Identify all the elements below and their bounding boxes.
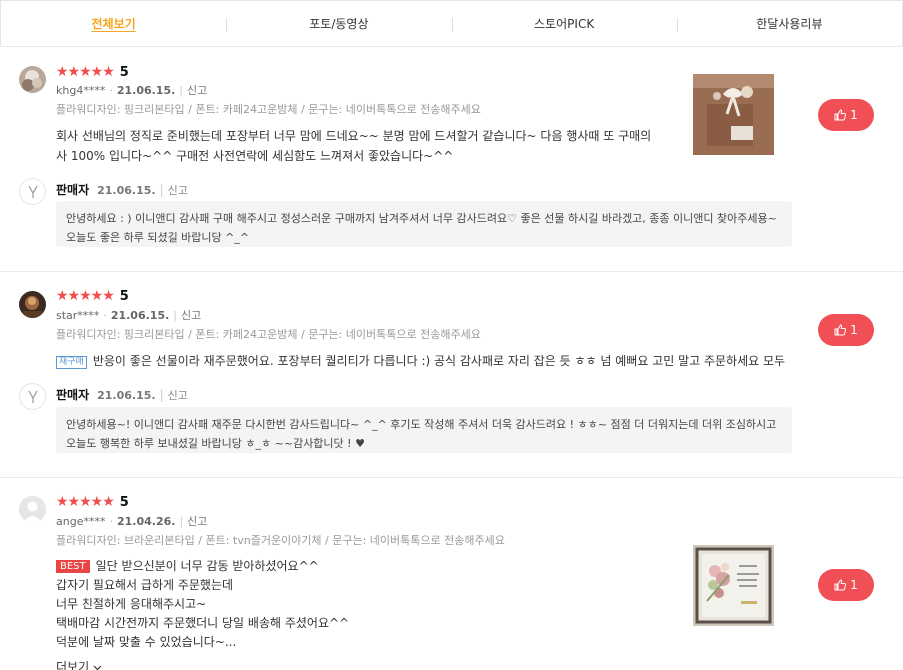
best-badge: BEST (56, 560, 90, 573)
report-link[interactable]: 신고 (187, 515, 207, 528)
thumbs-up-icon (834, 109, 847, 121)
tab-photo-video[interactable]: 포토/동영상 (226, 1, 451, 46)
like-count: 1 (850, 108, 858, 122)
review-meta: khg4**** · 21.06.15. | 신고 (56, 84, 208, 97)
like-button[interactable]: 1 (818, 569, 874, 601)
avatar (19, 496, 46, 523)
review-meta: star**** · 21.06.15. | 신고 (56, 309, 202, 322)
chevron-down-icon (93, 665, 102, 670)
seller-reply: 안녕하세요 : ) 이니앤디 감사패 구매 해주시고 정성스러운 구매까지 남겨… (56, 201, 792, 247)
review-date: 21.04.26. (116, 515, 176, 528)
reply-date: 21.06.15. (97, 184, 156, 197)
review-date: 21.06.15. (116, 84, 176, 97)
thumbs-up-icon (834, 324, 847, 336)
review-photo[interactable] (693, 545, 774, 626)
avatar (19, 291, 46, 318)
show-more-link[interactable]: 더보기 (56, 658, 102, 670)
seller-logo-icon (27, 185, 38, 198)
product-options: 플라워디자인: 브라운리본타입 / 폰트: tvn즐거운이야기체 / 문구는: … (56, 534, 505, 547)
review-meta: ange**** · 21.04.26. | 신고 (56, 515, 208, 528)
review-text: 회사 선배님의 정직로 준비했는데 포장부터 너무 맘에 드네요~~ 분명 맘에… (56, 129, 652, 163)
rating-score: 5 (119, 288, 129, 304)
report-link[interactable]: 신고 (181, 309, 201, 322)
seller-avatar (19, 178, 46, 205)
star-icon: ★★★★★ (56, 64, 115, 80)
user-id: ange**** (56, 515, 106, 528)
user-id: star**** (56, 309, 100, 322)
seller-label: 판매자 21.06.15. | 신고 (56, 183, 188, 197)
seller-avatar (19, 383, 46, 410)
like-button[interactable]: 1 (818, 314, 874, 346)
product-options: 플라워디자인: 핑크리본타입 / 폰트: 카페24고운밤체 / 문구는: 네이버… (56, 103, 481, 116)
report-link[interactable]: 신고 (187, 84, 207, 97)
seller-reply: 안녕하세용~! 이니앤디 감사패 재주문 다시한번 감사드립니다~ ^_^ 후기… (56, 407, 792, 453)
avatar (19, 66, 46, 93)
user-id: khg4**** (56, 84, 106, 97)
tab-store-pick[interactable]: 스토어PICK (451, 1, 677, 46)
repurchase-badge: 재구매 (56, 356, 87, 369)
review-text: 재구매 반응이 좋은 선물이라 재주문했어요. 포장부터 퀄리티가 다릅니다 :)… (56, 351, 796, 371)
default-avatar-icon (19, 496, 46, 523)
star-icon: ★★★★★ (56, 494, 115, 510)
report-link[interactable]: 신고 (168, 389, 188, 402)
review-filter-tabs: 전체보기 포토/동영상 스토어PICK 한달사용리뷰 (0, 0, 903, 47)
rating-score: 5 (119, 494, 129, 510)
like-count: 1 (850, 323, 858, 337)
thumbs-up-icon (834, 579, 847, 591)
like-count: 1 (850, 578, 858, 592)
review-photo[interactable] (693, 74, 774, 155)
divider (0, 477, 903, 478)
rating-stars: ★★★★★ 5 (56, 288, 129, 304)
divider (0, 271, 903, 272)
product-options: 플라워디자인: 핑크리본타입 / 폰트: 카페24고운밤체 / 문구는: 네이버… (56, 328, 481, 341)
like-button[interactable]: 1 (818, 99, 874, 131)
report-link[interactable]: 신고 (168, 184, 188, 197)
rating-stars: ★★★★★ 5 (56, 64, 129, 80)
reply-date: 21.06.15. (97, 389, 156, 402)
tab-monthly-review[interactable]: 한달사용리뷰 (676, 1, 902, 46)
tab-all[interactable]: 전체보기 (1, 1, 226, 46)
seller-logo-icon (27, 390, 38, 403)
review-text: BEST 일단 받으신분이 너무 감동 받아하셨어요^^ 갑자기 필요해서 급하게… (56, 559, 350, 649)
review-date: 21.06.15. (110, 309, 170, 322)
rating-score: 5 (119, 64, 129, 80)
rating-stars: ★★★★★ 5 (56, 494, 129, 510)
seller-label: 판매자 21.06.15. | 신고 (56, 388, 188, 402)
star-icon: ★★★★★ (56, 288, 115, 304)
